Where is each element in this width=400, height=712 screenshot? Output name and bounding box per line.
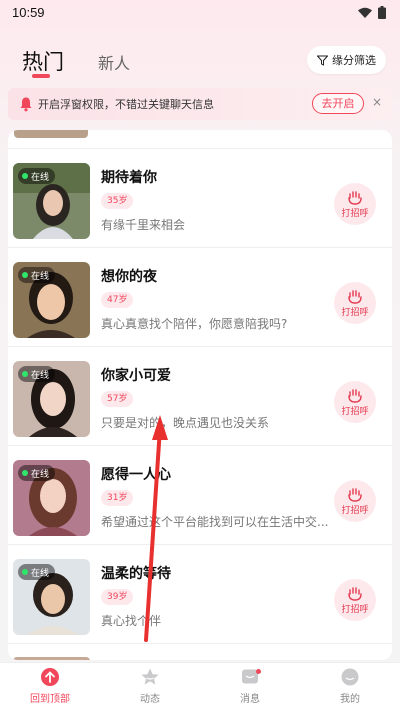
tab-active-indicator <box>32 74 50 78</box>
avatar[interactable]: 在线 <box>13 163 90 239</box>
greet-button[interactable]: 打招呼 <box>334 282 376 324</box>
status-time: 10:59 <box>12 4 45 20</box>
user-name: 温柔的等待 <box>101 566 171 582</box>
age-tag: 35岁 <box>101 193 134 209</box>
greet-label: 打招呼 <box>341 307 369 318</box>
online-dot <box>22 371 28 377</box>
online-dot <box>22 272 28 278</box>
user-name: 想你的夜 <box>101 269 157 285</box>
greet-button[interactable]: 打招呼 <box>334 183 376 225</box>
greet-label: 打招呼 <box>341 604 369 615</box>
online-badge: 在线 <box>18 267 56 283</box>
status-icons <box>358 5 386 19</box>
online-dot <box>22 470 28 476</box>
notice-text: 开启浮窗权限，不错过关键聊天信息 <box>38 98 214 111</box>
avatar[interactable]: 在线 <box>13 559 90 635</box>
greet-button[interactable]: 打招呼 <box>334 579 376 621</box>
tabs-row: 热门 新人 缘分筛选 <box>0 40 400 84</box>
user-name: 你家小可爱 <box>101 368 171 384</box>
unread-dot <box>256 669 261 674</box>
user-bio: 真心真意找个陪伴，你愿意陪我吗? <box>101 317 288 331</box>
age-tag: 31岁 <box>101 490 134 506</box>
tab-hot[interactable]: 热门 <box>22 46 64 76</box>
online-dot <box>22 569 28 575</box>
notice-bar: 开启浮窗权限，不错过关键聊天信息 去开启 × <box>8 88 392 120</box>
nav-label: 消息 <box>240 694 260 705</box>
wave-hand-icon <box>348 487 362 502</box>
tab-new[interactable]: 新人 <box>98 50 130 74</box>
greet-label: 打招呼 <box>341 406 369 417</box>
online-label: 在线 <box>31 271 50 282</box>
previous-avatar-edge <box>14 130 88 138</box>
user-name: 愿得一人心 <box>101 467 171 483</box>
next-avatar-edge <box>13 657 90 660</box>
nav-back-to-top[interactable]: 回到顶部 <box>0 667 100 711</box>
user-bio: 真心找个伴 <box>101 614 162 628</box>
online-label: 在线 <box>31 469 50 480</box>
user-list: 在线 期待着你 35岁 有缘千里来相会 打招呼 在线 想你的夜 47岁 真心真意… <box>8 130 392 660</box>
avatar[interactable]: 在线 <box>13 460 90 536</box>
greet-label: 打招呼 <box>341 208 369 219</box>
greet-label: 打招呼 <box>341 505 369 516</box>
wave-hand-icon <box>348 586 362 601</box>
list-item[interactable]: 在线 想你的夜 47岁 真心真意找个陪伴，你愿意陪我吗? 打招呼 <box>8 248 392 347</box>
row-divider <box>8 643 392 644</box>
avatar[interactable]: 在线 <box>13 361 90 437</box>
age-tag: 39岁 <box>101 589 134 605</box>
nav-label: 动态 <box>140 694 160 705</box>
battery-icon <box>378 5 386 19</box>
user-bio: 有缘千里来相会 <box>101 218 186 232</box>
online-label: 在线 <box>31 568 50 579</box>
filter-button[interactable]: 缘分筛选 <box>307 46 386 74</box>
list-item[interactable]: 在线 愿得一人心 31岁 希望通过这个平台能找到可以在生活中交... 打招呼 <box>8 446 392 545</box>
online-badge: 在线 <box>18 366 56 382</box>
greet-button[interactable]: 打招呼 <box>334 381 376 423</box>
star-icon <box>141 668 159 685</box>
greet-button[interactable]: 打招呼 <box>334 480 376 522</box>
online-dot <box>22 173 28 179</box>
wave-hand-icon <box>348 190 362 205</box>
nav-label: 我的 <box>340 694 360 705</box>
bell-icon <box>20 97 32 112</box>
nav-profile[interactable]: 我的 <box>300 667 400 711</box>
bottom-nav: 回到顶部 动态 消息 我的 <box>0 662 400 712</box>
age-tag: 57岁 <box>101 391 134 407</box>
nav-label: 回到顶部 <box>30 694 70 705</box>
wave-hand-icon <box>348 289 362 304</box>
user-bio: 只要是对的，晚点遇见也没关系 <box>101 416 270 430</box>
list-item[interactable]: 在线 你家小可爱 57岁 只要是对的，晚点遇见也没关系 打招呼 <box>8 347 392 446</box>
age-tag: 47岁 <box>101 292 134 308</box>
status-bar: 10:59 <box>0 0 400 24</box>
filter-label: 缘分筛选 <box>332 54 376 67</box>
user-bio: 希望通过这个平台能找到可以在生活中交... <box>101 515 329 529</box>
notice-close-button[interactable]: × <box>372 95 382 109</box>
notice-open-button[interactable]: 去开启 <box>312 93 364 114</box>
user-name: 期待着你 <box>101 170 157 186</box>
avatar[interactable]: 在线 <box>13 262 90 338</box>
wifi-icon <box>358 7 372 18</box>
online-badge: 在线 <box>18 564 56 580</box>
filter-icon <box>317 55 328 66</box>
nav-messages[interactable]: 消息 <box>200 667 300 711</box>
wave-hand-icon <box>348 388 362 403</box>
online-badge: 在线 <box>18 465 56 481</box>
arrow-up-circle-icon <box>41 668 59 686</box>
list-item[interactable]: 在线 温柔的等待 39岁 真心找个伴 打招呼 <box>8 545 392 644</box>
online-badge: 在线 <box>18 168 56 184</box>
online-label: 在线 <box>31 172 50 183</box>
online-label: 在线 <box>31 370 50 381</box>
nav-moments[interactable]: 动态 <box>100 667 200 711</box>
list-item[interactable]: 在线 期待着你 35岁 有缘千里来相会 打招呼 <box>8 149 392 248</box>
profile-icon <box>341 668 359 686</box>
